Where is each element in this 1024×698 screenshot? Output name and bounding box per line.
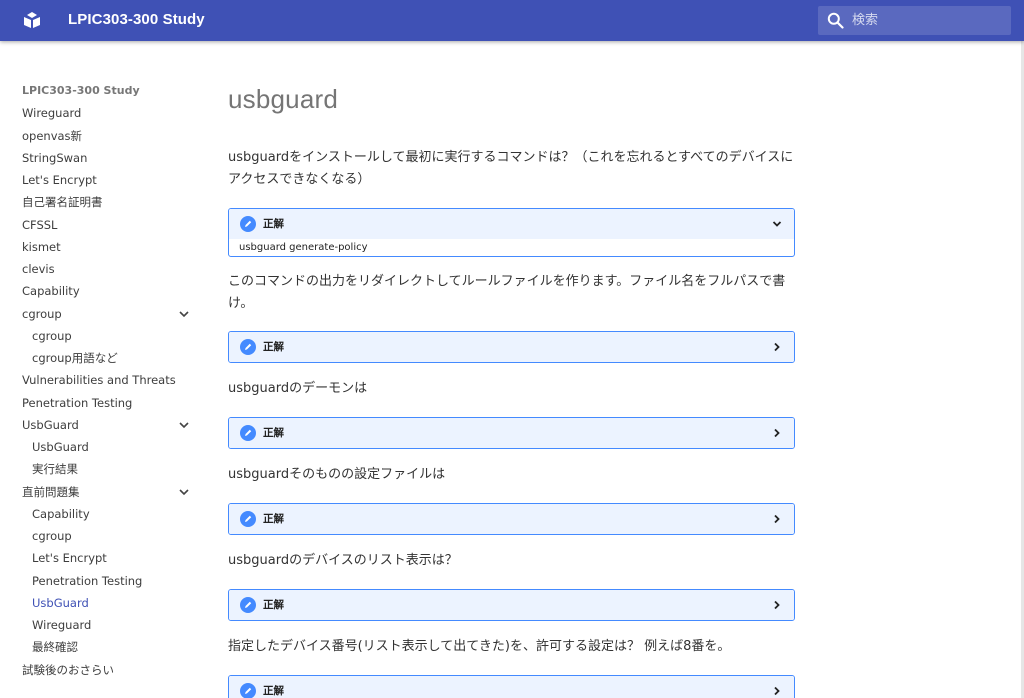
question-text: 指定したデバイス番号(リスト表示して出てきた)を、許可する設定は？ 例えば8番を… bbox=[228, 639, 731, 654]
sidebar-item-final-check[interactable]: 最終確認 bbox=[22, 636, 197, 658]
pencil-icon bbox=[240, 683, 256, 698]
chevron-down-icon[interactable] bbox=[179, 421, 189, 429]
pencil-icon bbox=[240, 511, 256, 527]
question-text: usbguardのデバイスのリスト表示は？ bbox=[228, 553, 458, 568]
sidebar-nav: LPIC303-300 Study Wireguard openvas新 Str… bbox=[22, 80, 197, 681]
sidebar-section-label: UsbGuard bbox=[22, 417, 79, 432]
sidebar-section-label: 直前問題集 bbox=[22, 484, 80, 499]
sidebar-section-cgroup[interactable]: cgroup bbox=[22, 303, 197, 325]
pencil-icon bbox=[240, 425, 256, 441]
sidebar-title[interactable]: LPIC303-300 Study bbox=[22, 80, 197, 102]
answer-body: usbguard generate-policy bbox=[239, 242, 368, 253]
answer-label: 正解 bbox=[263, 218, 284, 230]
chevron-right-icon[interactable] bbox=[772, 342, 782, 352]
sidebar-section-label: cgroup bbox=[22, 306, 62, 321]
answer-toggle[interactable]: 正解 bbox=[229, 504, 794, 534]
sidebar-item-usbguard[interactable]: UsbGuard bbox=[22, 436, 197, 458]
chevron-down-icon[interactable] bbox=[179, 488, 189, 496]
answer-admonition[interactable]: 正解 usbguard generate-policy bbox=[228, 208, 795, 257]
sidebar-item-vulnerabilities[interactable]: Vulnerabilities and Threats bbox=[22, 369, 197, 391]
sidebar-section-usbguard[interactable]: UsbGuard bbox=[22, 414, 197, 436]
pencil-icon bbox=[240, 339, 256, 355]
answer-toggle[interactable]: 正解 bbox=[229, 332, 794, 362]
sidebar-section-practice-questions[interactable]: 直前問題集 bbox=[22, 481, 197, 503]
pencil-icon bbox=[240, 597, 256, 613]
sidebar-item-stringswan[interactable]: StringSwan bbox=[22, 147, 197, 169]
chevron-right-icon[interactable] bbox=[772, 600, 782, 610]
top-header: LPIC303-300 Study bbox=[0, 0, 1024, 41]
sidebar-item-cgroup-terms[interactable]: cgroup用語など bbox=[22, 347, 197, 369]
question-text: usbguardそのものの設定ファイルは bbox=[228, 467, 446, 482]
sidebar-item-practice-lets-encrypt[interactable]: Let's Encrypt bbox=[22, 547, 197, 569]
answer-label: 正解 bbox=[263, 685, 284, 697]
answer-admonition[interactable]: 正解 bbox=[228, 675, 795, 698]
chevron-down-icon[interactable] bbox=[179, 310, 189, 318]
sidebar-item-lets-encrypt[interactable]: Let's Encrypt bbox=[22, 169, 197, 191]
sidebar-item-practice-wireguard[interactable]: Wireguard bbox=[22, 614, 197, 636]
sidebar-item-self-signed-cert[interactable]: 自己署名証明書 bbox=[22, 191, 197, 213]
pencil-icon bbox=[240, 216, 256, 232]
chevron-down-icon[interactable] bbox=[772, 219, 782, 229]
answer-toggle[interactable]: 正解 bbox=[229, 590, 794, 620]
answer-label: 正解 bbox=[263, 513, 284, 525]
sidebar-item-wireguard[interactable]: Wireguard bbox=[22, 102, 197, 124]
chevron-right-icon[interactable] bbox=[772, 514, 782, 524]
answer-toggle[interactable]: 正解 bbox=[229, 676, 794, 698]
answer-toggle[interactable]: 正解 bbox=[229, 209, 794, 239]
site-title[interactable]: LPIC303-300 Study bbox=[68, 11, 205, 28]
sidebar-item-clevis[interactable]: clevis bbox=[22, 258, 197, 280]
sidebar-item-results[interactable]: 実行結果 bbox=[22, 458, 197, 480]
page-title: usbguard bbox=[228, 84, 339, 114]
main-content: usbguard usbguardをインストールして最初に実行するコマンドは？（… bbox=[228, 78, 795, 698]
answer-admonition[interactable]: 正解 bbox=[228, 417, 795, 449]
sidebar-item-post-exam-review[interactable]: 試験後のおさらい bbox=[22, 659, 197, 681]
book-icon[interactable] bbox=[22, 10, 42, 30]
sidebar-item-cgroup[interactable]: cgroup bbox=[22, 325, 197, 347]
search-box[interactable] bbox=[818, 6, 1011, 35]
magnifier-icon bbox=[827, 12, 844, 29]
question-text: usbguardのデーモンは bbox=[228, 381, 368, 396]
question-text: usbguardをインストールして最初に実行するコマンドは？（これを忘れるとすべ… bbox=[228, 150, 794, 187]
answer-admonition[interactable]: 正解 bbox=[228, 589, 795, 621]
answer-toggle[interactable]: 正解 bbox=[229, 418, 794, 448]
sidebar-item-cfssl[interactable]: CFSSL bbox=[22, 214, 197, 236]
sidebar-item-practice-penetration-testing[interactable]: Penetration Testing bbox=[22, 570, 197, 592]
sidebar-item-practice-capability[interactable]: Capability bbox=[22, 503, 197, 525]
sidebar-item-practice-cgroup[interactable]: cgroup bbox=[22, 525, 197, 547]
sidebar-item-practice-usbguard[interactable]: UsbGuard bbox=[22, 592, 197, 614]
answer-label: 正解 bbox=[263, 427, 284, 439]
sidebar-item-capability[interactable]: Capability bbox=[22, 280, 197, 302]
sidebar-item-penetration-testing[interactable]: Penetration Testing bbox=[22, 392, 197, 414]
answer-admonition[interactable]: 正解 bbox=[228, 331, 795, 363]
question-text: このコマンドの出力をリダイレクトしてルールファイルを作ります。ファイル名をフルパ… bbox=[228, 274, 786, 311]
chevron-right-icon[interactable] bbox=[772, 428, 782, 438]
chevron-right-icon[interactable] bbox=[772, 686, 782, 696]
search-input[interactable] bbox=[852, 6, 1007, 35]
answer-label: 正解 bbox=[263, 599, 284, 611]
answer-label: 正解 bbox=[263, 341, 284, 353]
sidebar-item-kismet[interactable]: kismet bbox=[22, 236, 197, 258]
answer-admonition[interactable]: 正解 bbox=[228, 503, 795, 535]
sidebar-item-openvas[interactable]: openvas新 bbox=[22, 125, 197, 147]
